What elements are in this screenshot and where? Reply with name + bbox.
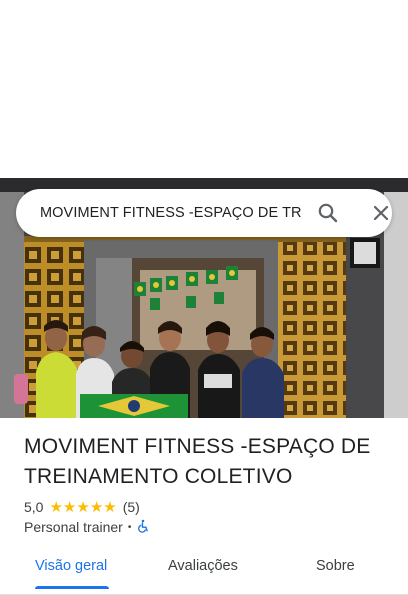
tab-about[interactable]: Sobre: [316, 548, 355, 588]
reviews-count[interactable]: (5): [123, 499, 140, 515]
search-icon[interactable]: [316, 201, 340, 225]
place-tabs: Visão geral Avaliações Sobre: [0, 548, 408, 595]
star-icon: ★: [62, 497, 77, 516]
star-icon: ★: [103, 497, 117, 516]
rating-row[interactable]: 5,0 ★ ★ ★ ★ ★ (5): [24, 497, 140, 517]
close-icon[interactable]: [369, 201, 393, 225]
category-label: Personal trainer: [24, 519, 123, 535]
wheelchair-icon: [136, 519, 150, 536]
search-input[interactable]: MOVIMENT FITNESS -ESPAÇO DE TREINAMENTO …: [40, 189, 302, 237]
star-icon: ★: [89, 497, 104, 516]
star-icon: ★: [49, 497, 63, 516]
separator-dot: •: [127, 521, 132, 533]
selected-tab-indicator: [35, 586, 109, 589]
star-icon: ★: [76, 497, 90, 516]
tab-reviews[interactable]: Avaliações: [168, 548, 238, 588]
star-rating: ★ ★ ★ ★ ★: [49, 497, 117, 516]
tab-overview[interactable]: Visão geral: [35, 548, 107, 588]
search-bar[interactable]: MOVIMENT FITNESS -ESPAÇO DE TREINAMENTO …: [16, 189, 392, 237]
rating-value: 5,0: [24, 499, 44, 515]
blank-top-area: [0, 0, 408, 178]
place-title: MOVIMENT FITNESS -ESPAÇO DE TREINAMENTO …: [24, 435, 371, 488]
category-row: Personal trainer •: [24, 517, 150, 537]
